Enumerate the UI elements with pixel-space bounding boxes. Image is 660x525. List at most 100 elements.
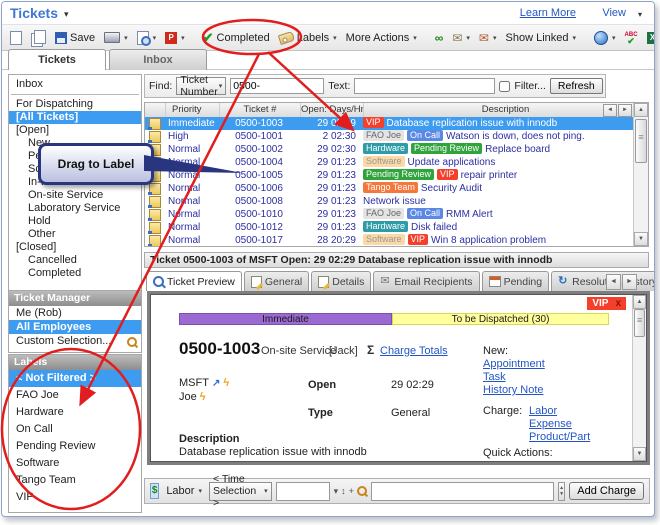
ticket-row-0500-1003[interactable]: Immediate0500-100329 02:29VIPDatabase re… [145,117,633,130]
employee-filter-all-employees[interactable]: All Employees [9,320,141,334]
ticket-row-0500-1002[interactable]: Normal0500-100229 02:30HardwarePending R… [145,143,633,156]
grid-scrollbar[interactable]: ▲ ▼ [633,103,648,246]
ticket-number-input[interactable] [230,78,324,94]
export-button[interactable]: X▾ [644,31,655,45]
sidebar-item-all-tickets[interactable]: [All Tickets] [9,111,141,124]
tab-pending[interactable]: Pending [482,271,550,291]
tabs-scroll-left-icon[interactable]: ◄ [606,274,621,290]
scrollbar-thumb[interactable] [635,119,647,163]
save-button[interactable]: Save [52,31,98,45]
find-field-select[interactable]: Ticket Number▾ [176,77,226,95]
label-item-fao-joe[interactable]: FAO Joe [9,387,141,404]
sidebar-item-completed[interactable]: Completed [9,267,141,280]
label-item-hardware[interactable]: Hardware [9,404,141,421]
email-open-button[interactable]: ✉▾ [449,31,473,45]
copy-button[interactable] [28,29,49,47]
sidebar-item-for-dispatching[interactable]: For Dispatching [9,98,141,111]
sidebar-item-inbox[interactable]: Inbox [9,78,141,91]
ticket-row-0500-1010[interactable]: Normal0500-101029 01:23FAO JoeOn CallRMM… [145,208,633,221]
ticket-row-0500-1017[interactable]: Normal0500-101728 20:29SoftwareVIPWin 8 … [145,234,633,246]
add-item-icon[interactable]: + [349,486,354,496]
column-header-priority[interactable]: Priority [166,103,220,117]
ticket-row-0500-1005[interactable]: Normal0500-100529 01:23Pending ReviewVIP… [145,169,633,182]
scroll-down-icon[interactable]: ▼ [634,232,648,246]
add-charge-button[interactable]: Add Charge [569,482,644,500]
time-selection-select[interactable]: < Time Selection >▾ [209,482,272,501]
ticket-row-0500-1004[interactable]: Normal0500-100429 01:23SoftwareUpdate ap… [145,156,633,169]
tab-details[interactable]: Details [311,271,371,291]
search-icon[interactable] [357,486,367,496]
link-product-part[interactable]: Product/Part [529,431,590,443]
refresh-button[interactable]: Refresh [550,78,603,94]
ticket-row-0500-1006[interactable]: Normal0500-100629 01:23Tango TeamSecurit… [145,182,633,195]
label-item-vip[interactable]: VIP [9,489,141,506]
charge-description-input[interactable] [371,482,554,501]
vip-remove-icon[interactable]: x [615,298,621,309]
print-button[interactable]: ▾ [101,31,131,44]
column-header-open-days-hrs[interactable]: Open: Days/Hrs [301,103,364,117]
sidebar-item-open[interactable]: [Open] [9,124,141,137]
sidebar-item-hold[interactable]: Hold [9,215,141,228]
view-menu[interactable]: View [602,7,626,19]
charge-totals-link[interactable]: Charge Totals [380,345,448,357]
tab-general[interactable]: General [244,271,309,291]
link-task[interactable]: Task [483,371,545,383]
tab-tickets[interactable]: Tickets [8,49,106,70]
account-zap-icon[interactable]: ϟ [223,377,229,389]
show-linked-button[interactable]: Show Linked▾ [503,31,580,45]
scroll-right-icon[interactable]: ► [618,104,632,117]
sidebar-item-other[interactable]: Other [9,228,141,241]
quantity-stepper[interactable]: ▲▼ [558,482,565,501]
item-dropdown-icon[interactable]: ▾ [334,486,339,497]
web-button[interactable]: ▾ [591,30,619,46]
vip-badge[interactable]: VIPx [587,297,626,310]
tab-inbox[interactable]: Inbox [109,49,207,70]
tab-ticket-preview[interactable]: Ticket Preview [146,271,242,291]
spellcheck-button[interactable]: ABC✔ [622,31,641,45]
contact-label[interactable]: Joe [179,391,197,403]
title-menu-caret-icon[interactable]: ▾ [64,9,69,20]
tabs-scroll-right-icon[interactable]: ► [622,274,637,290]
scroll-up-icon[interactable]: ▲ [634,103,648,117]
filter-checkbox[interactable] [499,81,510,92]
pdf-button[interactable]: P▾ [162,31,188,45]
employee-filter-custom-selection[interactable]: Custom Selection... [9,334,141,348]
email-send-button[interactable]: ✉▾ [476,31,500,45]
label-item-tango-team[interactable]: Tango Team [9,472,141,489]
view-menu-caret-icon[interactable]: ▾ [638,10,642,19]
label-item-software[interactable]: Software [9,455,141,472]
text-search-input[interactable] [354,78,495,94]
new-ticket-button[interactable] [7,30,25,46]
ticket-row-0500-1012[interactable]: Normal0500-101229 01:23HardwareDisk fail… [145,221,633,234]
employee-filter-me-rob[interactable]: Me (Rob) [9,306,141,320]
charge-category-select[interactable]: Labor▾ [163,484,205,498]
ticket-row-0500-1001[interactable]: High0500-10012 02:30FAO JoeOn CallWatson… [145,130,633,143]
updown-icon[interactable]: ↕ [341,486,346,496]
account-link-icon[interactable]: ↗ [212,378,220,389]
link-appointment[interactable]: Appointment [483,358,545,370]
page-title[interactable]: Tickets [10,5,58,21]
contact-zap-icon[interactable]: ϟ [200,391,206,403]
completed-button[interactable]: ✔Completed [200,31,273,45]
label-item-pending-review[interactable]: Pending Review [9,438,141,455]
preview-scrollbar[interactable]: ▲ ▼ [632,295,646,461]
sidebar-item-laboratory-service[interactable]: Laboratory Service [9,202,141,215]
charge-item-input[interactable] [276,482,330,501]
learn-more-link[interactable]: Learn More [520,7,576,19]
label-item-on-call[interactable]: On Call [9,421,141,438]
ticket-row-0500-1008[interactable]: Normal0500-100829 01:23Network issue [145,195,633,208]
link-expense[interactable]: Expense [529,418,590,430]
sidebar-item-cancelled[interactable]: Cancelled [9,254,141,267]
account-label[interactable]: MSFT [179,377,209,389]
labels-button[interactable]: Labels▾ [276,31,340,45]
links-button[interactable]: ∞ [432,31,447,45]
link-history-note[interactable]: History Note [483,384,545,396]
scroll-left-icon[interactable]: ◄ [603,104,617,117]
sidebar-item-closed[interactable]: [Closed] [9,241,141,254]
column-header-ticket[interactable]: Ticket # [220,103,301,117]
sidebar-item-on-site-service[interactable]: On-site Service [9,189,141,202]
tab-email-recipients[interactable]: ✉Email Recipients [373,271,479,291]
more-actions-button[interactable]: More Actions▾ [343,31,420,45]
preview-scroll-down-icon[interactable]: ▼ [633,447,646,461]
link-labor[interactable]: Labor [529,405,590,417]
